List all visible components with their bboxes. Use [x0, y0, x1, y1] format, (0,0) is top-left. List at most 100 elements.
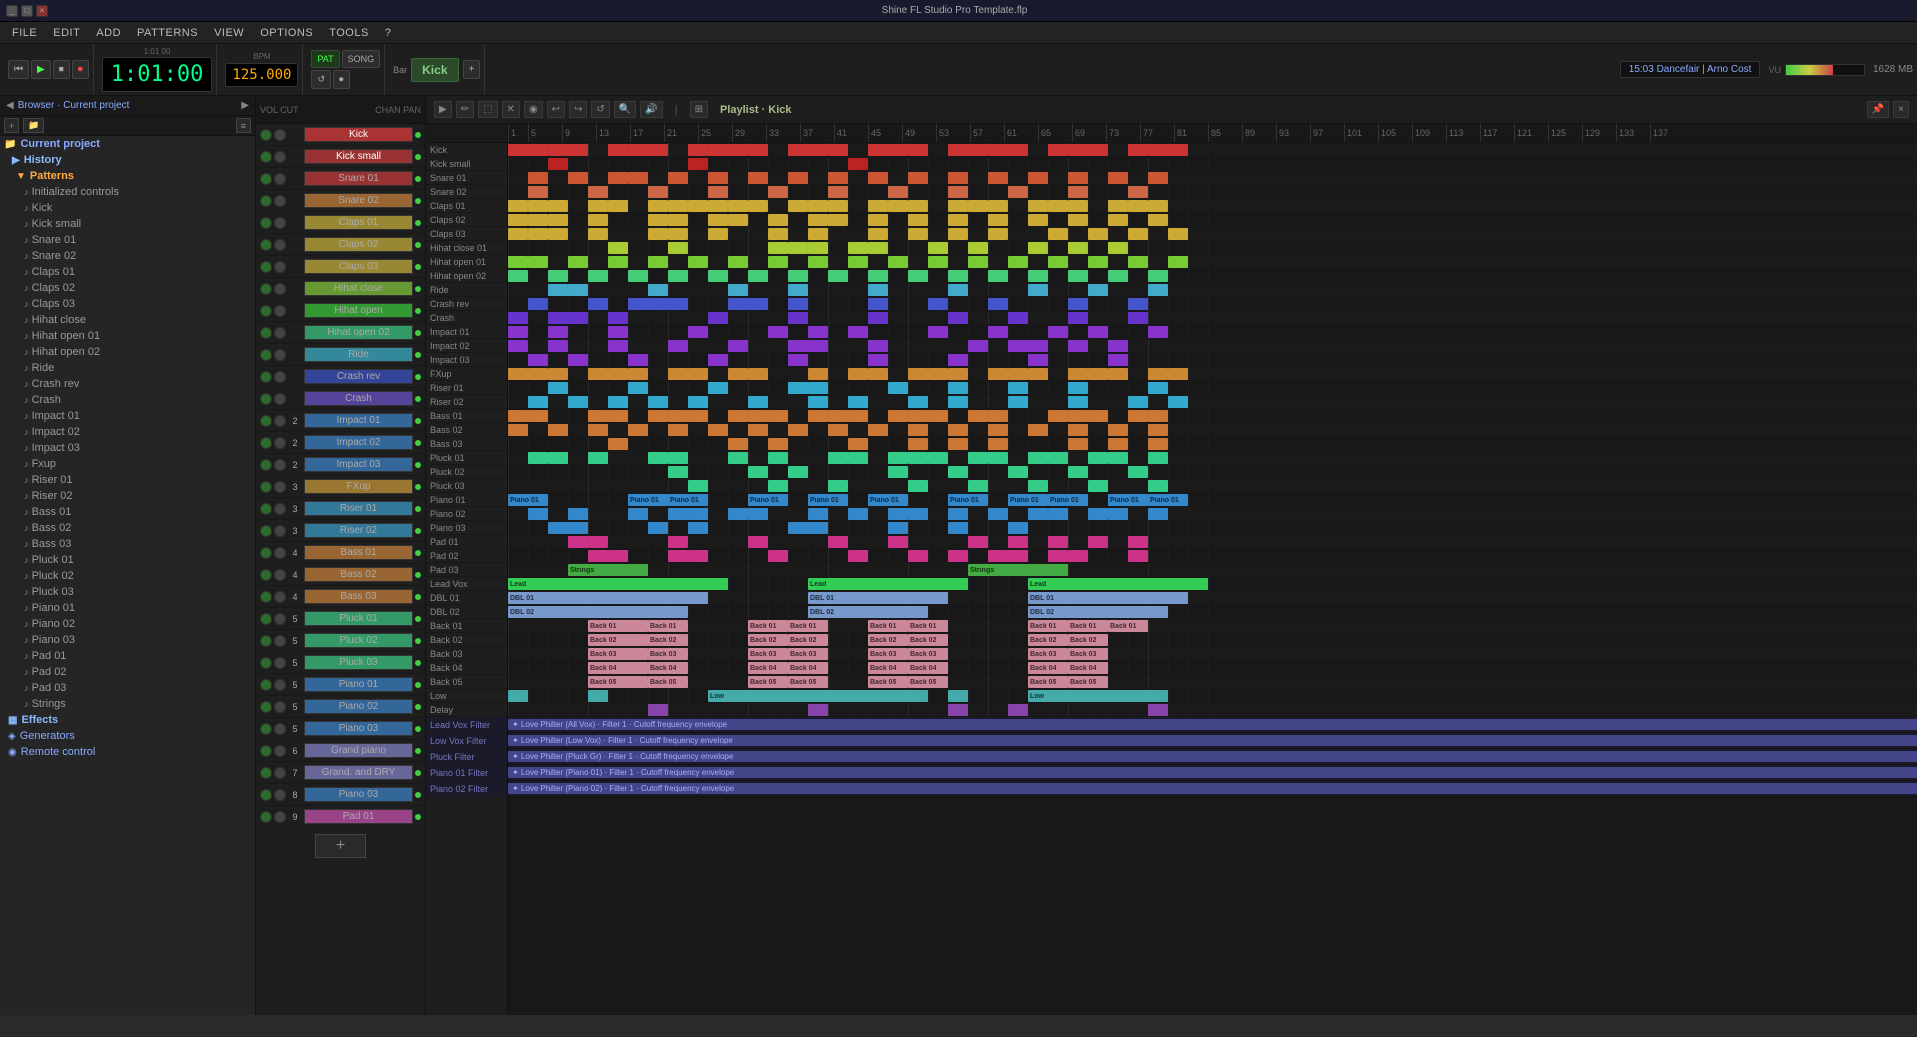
playlist-block[interactable] — [548, 312, 568, 324]
playlist-block[interactable] — [688, 326, 708, 338]
playlist-block[interactable]: Back 03 — [1068, 648, 1108, 660]
playlist-block[interactable] — [508, 326, 528, 338]
playlist-block[interactable] — [988, 326, 1008, 338]
playlist-block[interactable] — [848, 256, 868, 268]
playlist-block[interactable] — [628, 298, 648, 310]
playlist-block[interactable] — [948, 382, 968, 394]
playlist-block[interactable]: DBL 02 — [808, 606, 928, 618]
ch-name-bass01[interactable]: Bass 01 — [304, 545, 413, 560]
playlist-block[interactable] — [528, 214, 548, 226]
tree-leaf-claps-03[interactable]: ♪ Claps 03 — [0, 296, 255, 312]
playlist-block[interactable] — [868, 424, 888, 436]
playlist-block[interactable] — [668, 452, 688, 464]
playlist-block[interactable] — [708, 144, 728, 156]
playlist-block[interactable] — [1128, 396, 1148, 408]
playlist-block[interactable] — [688, 396, 708, 408]
playlist-block[interactable]: Back 01 — [788, 620, 828, 632]
playlist-block[interactable] — [688, 550, 708, 562]
playlist-block[interactable] — [1108, 214, 1128, 226]
playlist-block[interactable]: Back 02 — [748, 634, 788, 646]
playlist-block[interactable]: Strings — [968, 564, 1068, 576]
playlist-block[interactable] — [808, 522, 828, 534]
ch-name-claps02[interactable]: Claps 02 — [304, 237, 413, 252]
playlist-block[interactable] — [888, 144, 908, 156]
playlist-block[interactable]: Back 04 — [588, 662, 648, 674]
playlist-block[interactable] — [988, 438, 1008, 450]
playlist-block[interactable] — [888, 508, 908, 520]
playlist-block[interactable]: Back 05 — [748, 676, 788, 688]
playlist-block[interactable]: Back 01 — [648, 620, 688, 632]
playlist-block[interactable] — [928, 256, 948, 268]
playlist-block[interactable] — [1028, 200, 1048, 212]
playlist-block[interactable] — [948, 368, 968, 380]
playlist-block[interactable] — [708, 312, 728, 324]
playlist-block[interactable] — [1008, 312, 1028, 324]
playlist-block[interactable]: Back 01 — [1068, 620, 1108, 632]
ch-name-hihat-open02[interactable]: Hihat open 02 — [304, 325, 413, 340]
playlist-block[interactable] — [1028, 424, 1048, 436]
playlist-block[interactable] — [968, 480, 988, 492]
playlist-block[interactable] — [1028, 354, 1048, 366]
playlist-block[interactable] — [868, 242, 888, 254]
playlist-block[interactable] — [588, 298, 608, 310]
playlist-block[interactable] — [748, 298, 768, 310]
playlist-block[interactable] — [1148, 410, 1168, 422]
playlist-block[interactable]: Back 05 — [788, 676, 828, 688]
playlist-block[interactable] — [868, 228, 888, 240]
time-display[interactable]: 1:01:00 — [102, 57, 213, 92]
playlist-block[interactable] — [748, 200, 768, 212]
playlist-block[interactable] — [628, 144, 648, 156]
menu-file[interactable]: FILE — [4, 25, 45, 41]
ch-name-crash[interactable]: Crash — [304, 391, 413, 406]
playlist-block[interactable] — [588, 228, 608, 240]
playlist-block[interactable] — [1088, 256, 1108, 268]
playlist-block[interactable] — [828, 480, 848, 492]
playlist-block[interactable]: Back 03 — [748, 648, 788, 660]
playlist-block[interactable] — [1028, 452, 1048, 464]
playlist-block[interactable] — [1128, 186, 1148, 198]
playlist-block[interactable] — [788, 354, 808, 366]
grid-row[interactable] — [508, 325, 1917, 339]
playlist-block[interactable] — [1108, 270, 1128, 282]
playlist-block[interactable] — [1128, 298, 1148, 310]
playlist-block[interactable] — [808, 144, 828, 156]
song-mode-button[interactable]: SONG — [342, 50, 381, 68]
grid-row[interactable] — [508, 339, 1917, 353]
playlist-block[interactable] — [788, 242, 808, 254]
playlist-block[interactable]: Back 05 — [908, 676, 948, 688]
playlist-zoom-out-btn[interactable]: 🔊 — [640, 101, 662, 118]
playlist-block[interactable] — [588, 270, 608, 282]
playlist-block[interactable]: Back 03 — [908, 648, 948, 660]
grid-row[interactable] — [508, 465, 1917, 479]
grid-row[interactable] — [508, 213, 1917, 227]
channel-impact-01[interactable]: 2 Impact 01 — [256, 410, 425, 432]
playlist-block[interactable] — [928, 452, 948, 464]
playlist-block[interactable] — [1128, 144, 1148, 156]
playlist-block[interactable] — [828, 144, 848, 156]
playlist-block[interactable] — [1048, 228, 1068, 240]
playlist-block[interactable] — [668, 298, 688, 310]
playlist-block[interactable] — [668, 242, 688, 254]
playlist-block[interactable] — [608, 340, 628, 352]
playlist-block[interactable] — [728, 410, 748, 422]
playlist-block[interactable] — [748, 424, 768, 436]
playlist-block[interactable] — [888, 186, 908, 198]
grid-row[interactable] — [508, 521, 1917, 535]
playlist-block[interactable] — [828, 452, 848, 464]
grid-row[interactable] — [508, 227, 1917, 241]
playlist-block[interactable]: Piano 01 — [508, 494, 548, 506]
playlist-block[interactable] — [788, 172, 808, 184]
playlist-block[interactable] — [648, 704, 668, 716]
playlist-block[interactable]: Back 03 — [788, 648, 828, 660]
playlist-block[interactable]: DBL 01 — [1028, 592, 1188, 604]
tree-item-effects[interactable]: ▦ Effects — [0, 712, 255, 728]
grid-row[interactable]: Back 05Back 05Back 05Back 05Back 05Back … — [508, 675, 1917, 689]
playlist-block[interactable]: DBL 01 — [508, 592, 708, 604]
playlist-block[interactable] — [788, 298, 808, 310]
playlist-block[interactable] — [568, 508, 588, 520]
tree-leaf-pad-02[interactable]: ♪ Pad 02 — [0, 664, 255, 680]
playlist-block[interactable] — [608, 326, 628, 338]
playlist-block[interactable] — [668, 466, 688, 478]
playlist-block[interactable] — [948, 438, 968, 450]
playlist-block[interactable] — [548, 340, 568, 352]
